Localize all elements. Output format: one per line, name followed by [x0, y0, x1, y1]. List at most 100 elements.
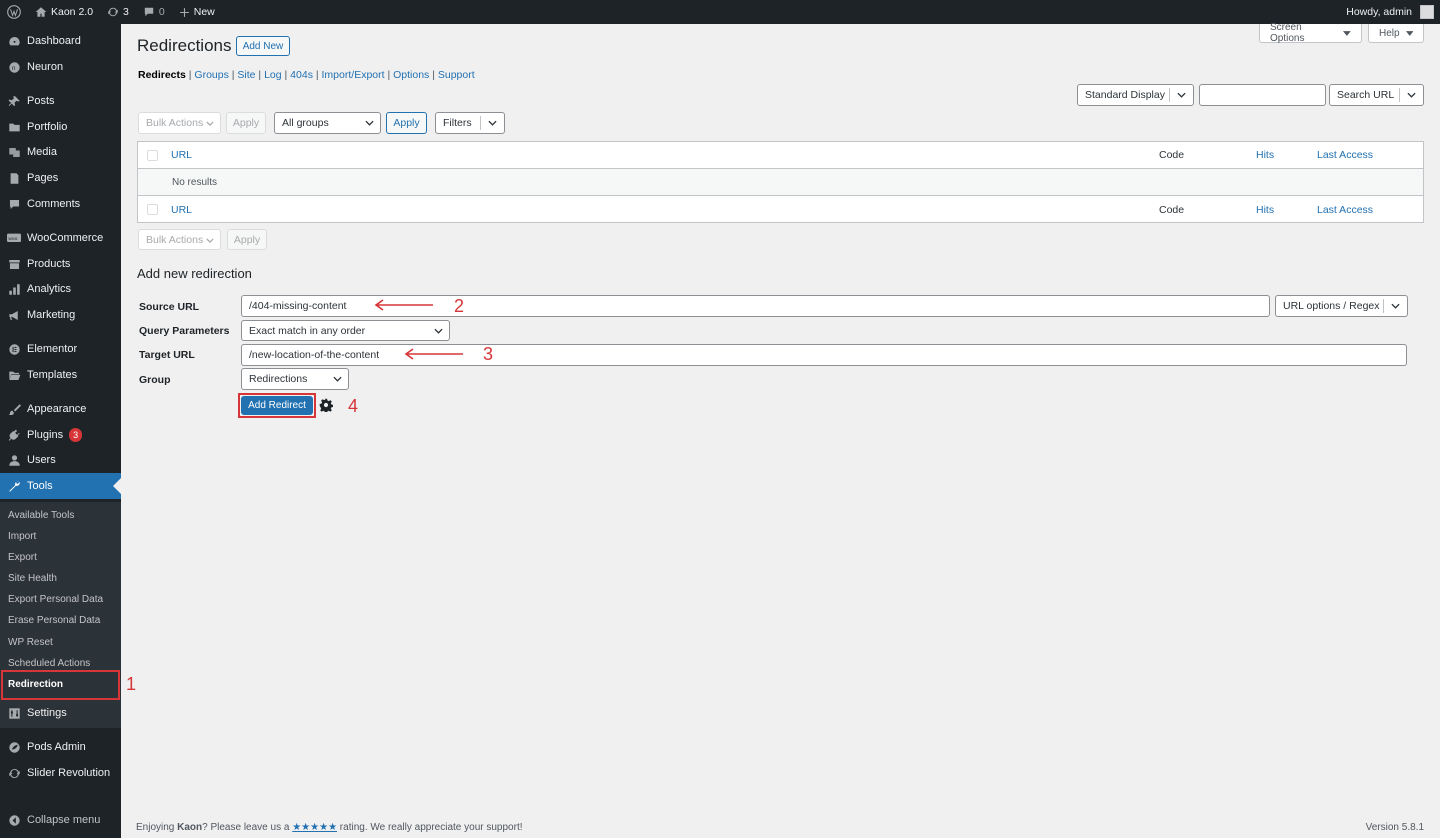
search-url-button[interactable]: Search URL — [1329, 84, 1424, 106]
submenu-scheduled-actions[interactable]: Scheduled Actions — [8, 657, 90, 671]
apply-group-button[interactable]: Apply — [386, 112, 427, 134]
search-url-label: Search URL — [1337, 89, 1395, 101]
screen-options-label: Screen Options — [1270, 22, 1305, 44]
account-menu[interactable]: Howdy, admin — [1339, 0, 1440, 24]
submenu-export-personal-data[interactable]: Export Personal Data — [8, 593, 103, 607]
sidebar-item-users[interactable]: Users — [0, 447, 121, 473]
dashboard-icon — [7, 34, 21, 48]
sidebar-item-label: Collapse menu — [27, 814, 101, 826]
query-parameters-value: Exact match in any order — [249, 324, 366, 337]
select-all-checkbox-bottom[interactable] — [147, 204, 158, 215]
subnav-import-export[interactable]: Import/Export — [322, 69, 385, 81]
add-new-button[interactable]: Add New — [236, 36, 290, 56]
display-select-value: Standard Display — [1085, 89, 1165, 101]
site-name-link[interactable]: Kaon 2.0 — [28, 0, 100, 24]
query-parameters-label: Query Parameters — [139, 325, 230, 337]
sidebar-item-analytics[interactable]: Analytics — [0, 276, 121, 302]
sidebar-item-marketing[interactable]: Marketing — [0, 302, 121, 328]
bulk-actions-select-top[interactable]: Bulk Actions — [138, 112, 221, 134]
sidebar-item-label: Comments — [27, 198, 81, 210]
sidebar-item-label: Portfolio — [27, 121, 68, 133]
sidebar-item-posts[interactable]: Posts — [0, 88, 121, 114]
apply-button-bottom[interactable]: Apply — [227, 229, 267, 250]
annotation-2: 2 — [454, 296, 465, 316]
group-filter-value: All groups — [282, 117, 329, 129]
comments-link[interactable]: 0 — [136, 0, 172, 24]
help-button[interactable]: Help — [1368, 24, 1424, 43]
table-footer-row: URL Code Hits Last Access — [138, 196, 1423, 223]
submenu-wp-reset[interactable]: WP Reset — [8, 636, 53, 650]
sidebar-item-media[interactable]: Media — [0, 139, 121, 165]
screen-options-button[interactable]: Screen Options — [1259, 22, 1362, 44]
column-last-access[interactable]: Last Access — [1317, 149, 1373, 161]
bulk-actions-select-bottom[interactable]: Bulk Actions — [138, 229, 221, 250]
submenu-erase-personal-data[interactable]: Erase Personal Data — [8, 614, 100, 628]
annotation-arrow-2 — [374, 299, 433, 311]
media-icon — [7, 145, 21, 159]
sidebar-item-tools[interactable]: Tools — [0, 473, 121, 499]
wordpress-logo-button[interactable] — [0, 0, 28, 24]
sidebar-item-comments[interactable]: Comments — [0, 191, 121, 217]
sidebar-item-pages[interactable]: Pages — [0, 165, 121, 191]
subnav-site[interactable]: Site — [237, 69, 255, 81]
rating-stars-link[interactable]: ★★★★★ — [292, 822, 337, 833]
sidebar-item-settings[interactable]: Settings — [0, 700, 121, 726]
subnav-groups[interactable]: Groups — [194, 69, 228, 81]
sidebar-item-slider-revolution[interactable]: Slider Revolution — [0, 760, 121, 786]
select-all-checkbox[interactable] — [147, 149, 158, 161]
sidebar-item-label: Products — [27, 258, 71, 270]
redirection-subnav: Redirects | Groups | Site | Log | 404s |… — [138, 69, 475, 81]
url-options-select[interactable]: URL options / Regex — [1275, 295, 1408, 317]
submenu-available-tools[interactable]: Available Tools — [8, 509, 74, 523]
filters-select[interactable]: Filters — [435, 112, 505, 134]
submenu-import[interactable]: Import — [8, 530, 36, 544]
updates-icon — [108, 7, 118, 17]
updates-link[interactable]: 3 — [100, 0, 136, 24]
submenu-site-health[interactable]: Site Health — [8, 572, 57, 586]
sidebar-item-portfolio[interactable]: Portfolio — [0, 114, 121, 140]
redirects-table: URL Code Hits Last Access No results URL… — [137, 141, 1424, 223]
column-hits-footer[interactable]: Hits — [1256, 204, 1274, 216]
new-label: New — [193, 6, 215, 18]
sidebar-item-appearance[interactable]: Appearance — [0, 396, 121, 422]
chevron-down-icon — [333, 373, 342, 385]
column-hits[interactable]: Hits — [1256, 149, 1274, 161]
column-url-footer[interactable]: URL — [171, 204, 192, 216]
sidebar-item-label: Tools — [27, 480, 53, 492]
sidebar-item-neuron[interactable]: n Neuron — [0, 54, 121, 80]
main-content: Screen Options Help Redirections Add New… — [121, 22, 1440, 838]
collapse-menu-button[interactable]: Collapse menu — [0, 807, 121, 833]
sidebar-item-woocommerce[interactable]: woo WooCommerce — [0, 225, 121, 251]
column-last-access-footer[interactable]: Last Access — [1317, 204, 1373, 216]
submenu-export[interactable]: Export — [8, 551, 37, 565]
sidebar-item-elementor[interactable]: Elementor — [0, 336, 121, 362]
subnav-redirects[interactable]: Redirects — [138, 69, 186, 81]
sidebar-item-products[interactable]: Products — [0, 251, 121, 277]
subnav-log[interactable]: Log — [264, 69, 282, 81]
apply-button-top[interactable]: Apply — [226, 112, 266, 134]
new-content-link[interactable]: New — [172, 0, 222, 24]
table-row-empty: No results — [138, 169, 1423, 196]
subnav-options[interactable]: Options — [393, 69, 429, 81]
subnav-404s[interactable]: 404s — [290, 69, 313, 81]
column-url[interactable]: URL — [171, 149, 192, 161]
sidebar-item-pods-admin[interactable]: Pods Admin — [0, 734, 121, 760]
sidebar-item-templates[interactable]: Templates — [0, 362, 121, 388]
group-label: Group — [139, 374, 171, 386]
group-filter-select[interactable]: All groups — [274, 112, 381, 134]
sidebar-item-label: Media — [27, 146, 57, 158]
sidebar-item-dashboard[interactable]: Dashboard — [0, 28, 121, 54]
add-redirect-button[interactable]: Add Redirect — [241, 396, 313, 415]
search-input[interactable] — [1199, 84, 1326, 106]
sidebar-item-label: Dashboard — [27, 35, 81, 47]
footer-text: Enjoying — [136, 822, 178, 833]
pin-icon — [7, 94, 21, 108]
sidebar-item-plugins[interactable]: Plugins 3 — [0, 422, 121, 448]
gear-icon[interactable] — [319, 398, 334, 415]
display-select[interactable]: Standard Display — [1077, 84, 1194, 106]
subnav-support[interactable]: Support — [438, 69, 475, 81]
svg-text:woo: woo — [8, 236, 17, 241]
group-select[interactable]: Redirections — [241, 368, 349, 390]
annotation-4: 4 — [348, 396, 359, 416]
query-parameters-select[interactable]: Exact match in any order — [241, 320, 450, 341]
